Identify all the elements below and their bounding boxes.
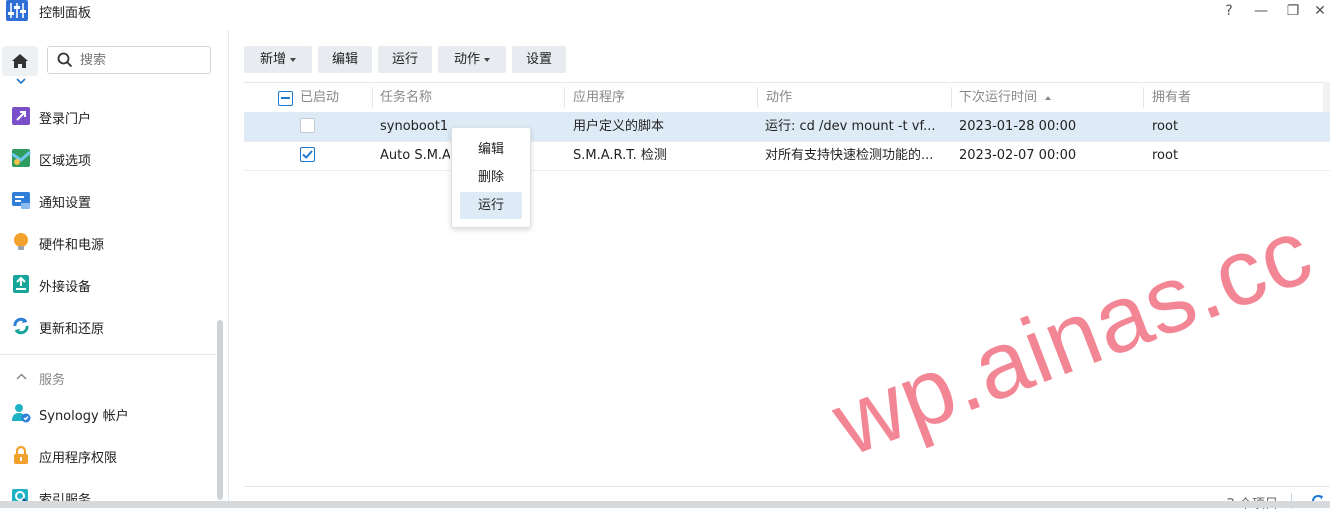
bulb-icon <box>14 233 28 250</box>
edit-button[interactable]: 编辑 <box>318 46 372 73</box>
column-next-run-label: 下次运行时间 <box>959 90 1038 105</box>
search-input[interactable] <box>78 51 202 69</box>
next-run-cell: 2023-02-07 00:00 <box>959 148 1077 163</box>
run-button[interactable]: 运行 <box>378 46 432 73</box>
action-button-label: 动作 <box>453 52 480 67</box>
sidebar-item-login-portal[interactable]: 登录门户 <box>0 98 216 134</box>
task-name-cell: synoboot1 <box>380 119 449 134</box>
notification-icon <box>12 192 30 209</box>
close-button[interactable]: ✕ <box>1310 2 1330 20</box>
lock-icon <box>14 445 28 464</box>
sidebar-item-notifications[interactable]: 通知设置 <box>0 182 216 218</box>
context-menu-delete[interactable]: 删除 <box>460 164 522 191</box>
new-button-label: 新增 <box>259 52 286 67</box>
column-application[interactable]: 应用程序 <box>565 83 758 112</box>
help-button[interactable]: ? <box>1219 2 1239 20</box>
sidebar-item-label: 应用程序权限 <box>39 451 118 466</box>
sidebar-item-app-privileges[interactable]: 应用程序权限 <box>0 437 216 473</box>
next-run-cell: 2023-01-28 00:00 <box>959 119 1077 134</box>
sidebar-item-synology-account[interactable]: Synology 帐户 <box>0 395 216 431</box>
update-icon <box>13 317 29 335</box>
title-bar: 控制面板 ? — ❐ ✕ <box>0 0 1330 26</box>
sidebar-item-label: 硬件和电源 <box>39 238 105 253</box>
caret-down-icon <box>484 57 490 62</box>
sidebar-divider <box>0 354 216 355</box>
chevron-down-icon[interactable] <box>16 78 26 84</box>
chevron-up-icon <box>16 373 27 380</box>
select-all-checkbox[interactable] <box>278 91 293 106</box>
sidebar-item-label: 通知设置 <box>39 196 92 211</box>
sidebar-item-regional-options[interactable]: 区域选项 <box>0 140 216 176</box>
external-device-icon <box>13 275 29 293</box>
row-enabled-checkbox[interactable] <box>300 118 315 133</box>
owner-cell: root <box>1152 119 1179 134</box>
run-button-label: 运行 <box>391 52 418 67</box>
sidebar-item-external-devices[interactable]: 外接设备 <box>0 266 216 302</box>
row-enabled-checkbox[interactable] <box>300 147 315 162</box>
table-row[interactable]: Auto S.M.A S.M.A.R.T. 检测 对所有支持快速检测功能的...… <box>244 141 1330 171</box>
search-icon <box>57 52 73 68</box>
login-portal-icon <box>12 107 30 125</box>
task-name-cell: Auto S.M.A <box>380 148 450 163</box>
search-field[interactable] <box>47 46 211 74</box>
window-title: 控制面板 <box>39 6 92 21</box>
sidebar-item-label: 更新和还原 <box>39 322 105 337</box>
sidebar-item-hardware-power[interactable]: 硬件和电源 <box>0 224 216 260</box>
sidebar-section-services[interactable]: 服务 <box>0 364 216 392</box>
sort-ascending-icon <box>1045 95 1052 100</box>
sidebar-item-indexing-service[interactable]: 索引服务 <box>0 479 216 515</box>
column-owner[interactable]: 拥有者 <box>1144 83 1324 112</box>
action-button[interactable]: 动作 <box>438 46 506 73</box>
sidebar-section-label: 服务 <box>39 373 66 388</box>
minimize-button[interactable]: — <box>1251 2 1271 20</box>
checkmark-icon <box>302 150 313 159</box>
account-icon <box>12 404 31 423</box>
table-header: 已启动 任务名称 应用程序 动作 下次运行时间 拥有者 <box>244 82 1330 113</box>
sidebar-item-update-restore[interactable]: 更新和还原 <box>0 308 216 344</box>
caret-down-icon <box>290 57 296 62</box>
column-enabled[interactable]: 已启动 <box>292 83 372 112</box>
horizontal-scrollbar[interactable] <box>0 501 1330 508</box>
control-panel-icon <box>6 0 28 21</box>
new-button[interactable]: 新增 <box>244 46 312 73</box>
restore-button[interactable]: ❐ <box>1283 2 1303 20</box>
column-next-run[interactable]: 下次运行时间 <box>951 83 1144 112</box>
sidebar-item-label: 外接设备 <box>39 280 92 295</box>
sidebar-item-label: Synology 帐户 <box>39 409 129 424</box>
table-row[interactable]: synoboot1 用户定义的脚本 运行: cd /dev mount -t v… <box>244 112 1330 142</box>
column-action[interactable]: 动作 <box>758 83 951 112</box>
column-task-name[interactable]: 任务名称 <box>372 83 565 112</box>
settings-button[interactable]: 设置 <box>512 46 566 73</box>
regional-options-icon <box>11 149 31 167</box>
home-button[interactable] <box>2 46 38 76</box>
sidebar-item-label: 登录门户 <box>39 112 92 127</box>
context-menu: 编辑 删除 运行 <box>451 127 531 228</box>
application-cell: S.M.A.R.T. 检测 <box>573 148 667 163</box>
application-cell: 用户定义的脚本 <box>573 119 665 134</box>
table-scrollbar[interactable] <box>1323 82 1330 112</box>
owner-cell: root <box>1152 148 1179 163</box>
context-menu-edit[interactable]: 编辑 <box>460 136 522 163</box>
edit-button-label: 编辑 <box>331 52 358 67</box>
settings-button-label: 设置 <box>525 52 552 67</box>
action-cell: 运行: cd /dev mount -t vf... <box>765 119 936 134</box>
context-menu-run[interactable]: 运行 <box>460 192 522 219</box>
sidebar-item-label: 区域选项 <box>39 154 92 169</box>
sidebar: 登录门户 区域选项 通知设置 硬件和电源 外接设备 <box>0 30 229 508</box>
action-cell: 对所有支持快速检测功能的... <box>765 148 934 163</box>
home-icon <box>12 54 28 68</box>
sidebar-scrollbar[interactable] <box>217 320 223 500</box>
